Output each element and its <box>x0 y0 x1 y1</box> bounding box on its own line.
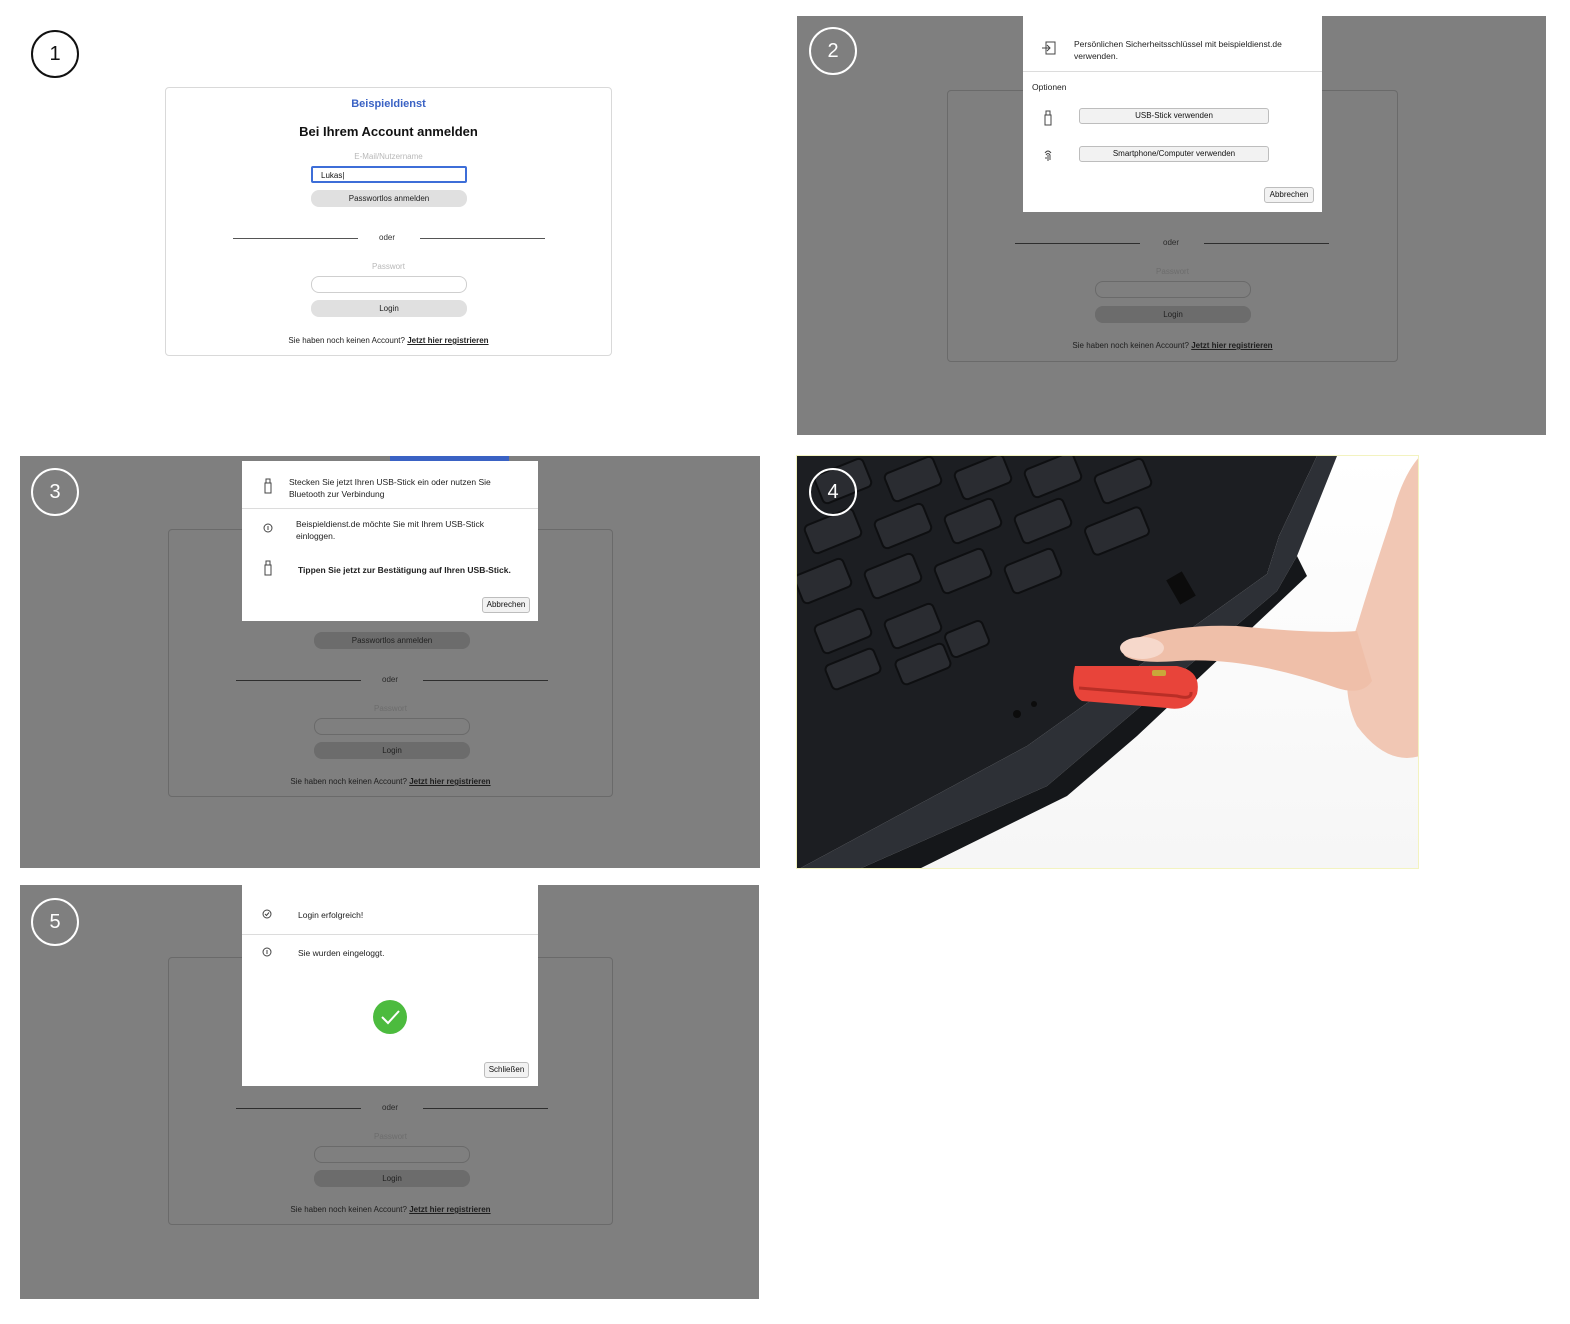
email-label: E-Mail/Nutzername <box>354 152 423 161</box>
success-title: Login erfolgreich! <box>298 910 364 920</box>
login-heading: Bei Ihrem Account anmelden <box>299 124 478 139</box>
register-prompt: Sie haben noch keinen Account? <box>288 336 405 345</box>
panel-step-1: 1 Beispieldienst Bei Ihrem Account anmel… <box>0 0 780 440</box>
divider-right <box>420 238 545 239</box>
divider-right <box>423 1108 548 1109</box>
divider-left <box>1015 243 1140 244</box>
info-icon <box>262 947 272 957</box>
register-link[interactable]: Jetzt hier registrieren <box>407 336 488 345</box>
key-login-icon <box>1042 41 1056 55</box>
usb-dialog: Stecken Sie jetzt Ihren USB-Stick ein od… <box>242 461 538 621</box>
success-check-icon <box>373 1000 407 1034</box>
register-line: Sie haben noch keinen Account? Jetzt hie… <box>948 341 1397 350</box>
divider-left <box>236 680 361 681</box>
password-label: Passwort <box>1156 267 1189 276</box>
or-text: oder <box>382 675 399 684</box>
usb-stick-icon <box>1044 110 1052 126</box>
register-line: Sie haben noch keinen Account? Jetzt hie… <box>169 777 612 786</box>
password-label: Passwort <box>374 704 407 713</box>
panel-step-4: 4 <box>796 455 1419 869</box>
insert-usb-text: Stecken Sie jetzt Ihren USB-Stick ein od… <box>289 477 491 499</box>
step-3-badge: 3 <box>31 468 79 516</box>
register-prompt: Sie haben noch keinen Account? <box>1072 341 1189 350</box>
password-input <box>314 718 470 735</box>
info-text: Beispieldienst.de möchte Sie mit Ihrem U… <box>296 519 485 541</box>
register-link: Jetzt hier registrieren <box>409 777 491 786</box>
fingerprint-icon <box>1044 150 1052 161</box>
passwordless-button: Passwortlos anmelden <box>314 632 470 649</box>
usb-stick-icon <box>264 478 272 494</box>
register-prompt: Sie haben noch keinen Account? <box>290 1205 407 1214</box>
use-usb-button[interactable]: USB-Stick verwenden <box>1079 108 1269 124</box>
login-button: Login <box>314 742 470 759</box>
or-text: oder <box>382 1103 399 1112</box>
close-button[interactable]: Schließen <box>484 1062 529 1078</box>
register-line: Sie haben noch keinen Account? Jetzt hie… <box>166 336 611 345</box>
email-input[interactable]: Lukas| <box>311 166 467 183</box>
panel-step-5: 5 oder Passwort Login Sie haben noch kei… <box>20 885 759 1299</box>
cancel-button[interactable]: Abbrechen <box>482 597 530 613</box>
brand-name: Beispieldienst <box>351 98 426 110</box>
register-link: Jetzt hier registrieren <box>1191 341 1273 350</box>
dialog-separator <box>242 934 538 935</box>
register-line: Sie haben noch keinen Account? Jetzt hie… <box>169 1205 612 1214</box>
dialog-title: Persönlichen Sicherheitsschlüssel mit be… <box>1074 39 1282 61</box>
register-link: Jetzt hier registrieren <box>409 1205 491 1214</box>
logged-in-text: Sie wurden eingeloggt. <box>298 948 385 958</box>
cancel-button[interactable]: Abbrechen <box>1264 187 1314 203</box>
dialog-separator <box>1023 71 1322 72</box>
dialog-separator <box>242 508 538 509</box>
options-label: Optionen <box>1032 82 1067 92</box>
divider-right <box>1204 243 1329 244</box>
password-input <box>314 1146 470 1163</box>
step-1-badge: 1 <box>31 30 79 78</box>
step-4-badge: 4 <box>809 468 857 516</box>
login-button: Login <box>1095 306 1251 323</box>
passwordless-button[interactable]: Passwortlos anmelden <box>311 190 467 207</box>
password-input[interactable] <box>311 276 467 293</box>
register-prompt: Sie haben noch keinen Account? <box>290 777 407 786</box>
login-button: Login <box>314 1170 470 1187</box>
security-key-dialog: Persönlichen Sicherheitsschlüssel mit be… <box>1023 16 1322 212</box>
login-card: Beispieldienst Bei Ihrem Account anmelde… <box>165 87 612 356</box>
divider-right <box>423 680 548 681</box>
password-label: Passwort <box>372 262 405 271</box>
or-text: oder <box>379 233 396 242</box>
step-5-badge: 5 <box>31 898 79 946</box>
divider-left <box>233 238 358 239</box>
or-text: oder <box>1163 238 1180 247</box>
panel-step-3: 3 Passwortlos anmelden oder Passwort Log… <box>20 456 760 868</box>
tap-usb-text: Tippen Sie jetzt zur Bestätigung auf Ihr… <box>298 565 511 575</box>
success-dialog: Login erfolgreich! Sie wurden eingeloggt… <box>242 885 538 1086</box>
divider-left <box>236 1108 361 1109</box>
password-label: Passwort <box>374 1132 407 1141</box>
panel-step-2: 2 oder Passwort Login Sie haben noch kei… <box>797 16 1546 435</box>
laptop-usb-key-photo <box>797 456 1418 868</box>
info-icon <box>263 523 273 533</box>
password-input <box>1095 281 1251 298</box>
usb-stick-icon <box>264 560 272 576</box>
use-smartphone-button[interactable]: Smartphone/Computer verwenden <box>1079 146 1269 162</box>
step-2-badge: 2 <box>809 27 857 75</box>
check-circle-icon <box>262 909 272 919</box>
login-button[interactable]: Login <box>311 300 467 317</box>
